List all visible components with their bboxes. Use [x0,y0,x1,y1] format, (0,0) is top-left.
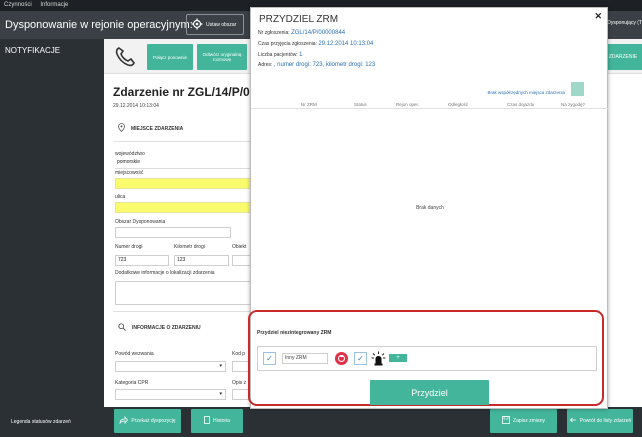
object-label: Obiekt [232,244,247,250]
address-row: Adres: , numer drogi: 723, kilometr drog… [258,62,375,68]
address-label: Adres: [258,62,273,68]
report-number-row: Nr zgłoszenia: ZGL/14/P/00000844 [258,30,345,36]
save-changes-button[interactable]: Zapisz zmiany [490,409,557,433]
city-label: miejscowość [115,170,144,176]
received-time-value: 29.12.2014 10:13:04 [318,41,374,47]
divider [113,311,253,312]
patients-value: 1 [299,52,303,58]
cpr-category-label: Kategoria CPR [115,380,149,386]
patients-row: Liczba pacjentów: 1 [258,52,302,58]
zrm-checkbox[interactable]: ✓ [263,352,276,365]
back-to-list-button[interactable]: Powrót do listy zdarzeń [567,409,633,433]
dispatch-area-field[interactable] [115,227,231,238]
no-data-message: Brak danych [416,205,444,211]
call-reason-label: Powód wezwania [115,351,154,357]
voivodeship-field[interactable]: pomorskie [115,158,254,169]
reconnect-button[interactable]: Połącz ponownie [147,44,193,70]
col-travel-time[interactable]: Czas dojazdu [507,102,534,107]
address-value: , numer drogi: 723, kilometr drogi: 123 [273,62,376,68]
location-section-label: MIEJSCE ZDARZENIA [131,125,184,132]
extra-location-label: Dodatkowe informacje o lokalizacji zdarz… [115,270,215,276]
dialog-title: PRZYDZIEL ZRM [259,14,339,25]
ambulance-icon [335,352,348,365]
no-coordinates-link[interactable]: Brak współrzędnych miejsca zdarzenia [487,90,565,95]
description-label: Opis z [232,380,247,386]
incident-form: Zdarzenie nr ZGL/14/P/00 29.12.2014 10:1… [104,75,257,407]
chevron-down-icon: ▾ [219,363,222,369]
divider [113,141,253,142]
status-checkbox[interactable]: ✓ [354,352,367,365]
chevron-down-icon: ▾ [219,391,222,397]
nonintegrated-title: Przydziel niezintegrowany ZRM [257,330,332,336]
set-area-label: Ustaw obszar [206,21,237,28]
sidebar: NOTYFIKACJE Legenda statusów zdarzeń [0,39,104,437]
received-time-row: Czas przyjęcia zgłoszenia: 29.12.2014 10… [258,41,373,47]
extra-location-field[interactable] [115,281,254,305]
back-arrow-icon [569,416,577,426]
assign-zrm-dialog: PRZYDZIEL ZRM ✕ Nr zgłoszenia: ZGL/14/P/… [248,7,609,409]
document-icon [204,416,210,426]
received-time-label: Czas przyjęcia zgłoszenia: [258,41,317,47]
voivodeship-label: województwo [115,151,145,157]
assign-button[interactable]: Przydziel [370,380,489,405]
zrm-name-input[interactable]: Inny ZRM [282,353,328,364]
code-label: Kod p [232,351,246,357]
col-on-site[interactable]: Na zygodę? [561,102,585,107]
dispatch-area-label: Obszar Dysponowania [115,219,166,225]
incident-datetime: 29.12.2014 10:13:04 [113,103,159,109]
location-pin-icon [118,123,125,134]
phone-icon[interactable] [114,45,138,67]
cpr-category-select[interactable]: ▾ [115,389,226,400]
set-area-button[interactable]: Ustaw obszar [186,14,244,35]
col-distance[interactable]: Odległość [448,102,468,107]
info-section-label: INFORMACJE O ZDARZENIU [132,325,201,331]
incident-title: Zdarzenie nr ZGL/14/P/00 [113,85,257,99]
play-recording-button[interactable]: Odtwórz oryginalną rozmowę [197,44,247,70]
siren-icon [371,351,386,368]
col-status[interactable]: Status [354,102,367,107]
road-number-label: Numer drogi [115,244,143,250]
menu-item-czynnosci[interactable]: Czynności [4,2,32,8]
col-region[interactable]: Rejon oper. [396,102,419,107]
menu-item-informacje[interactable]: Informacje [40,2,68,8]
road-km-field[interactable]: 123 [174,255,229,266]
close-icon[interactable]: ✕ [594,11,602,22]
street-field[interactable] [115,202,254,213]
street-label: ulica [115,194,126,200]
forward-arrow-icon [119,415,129,426]
incident-tab-button[interactable]: ZDARZENIE [604,44,642,70]
add-zrm-button[interactable]: + [389,354,407,362]
user-label: Dysponujący (T [607,20,642,26]
highlight-box: Przydziel niezintegrowany ZRM ✓ Inny ZRM… [248,310,604,406]
road-number-field[interactable]: 723 [115,255,169,266]
status-legend-link[interactable]: Legenda statusów zdarzeń [11,419,71,425]
history-button[interactable]: Historia [191,409,243,433]
notifications-header[interactable]: NOTYFIKACJE [5,46,60,55]
nonintegrated-zrm-row: ✓ Inny ZRM ✓ + [257,346,597,371]
search-icon [118,323,126,333]
save-icon [502,416,510,426]
info-section-header: INFORMACJE O ZDARZENIU [118,323,201,333]
road-km-label: Kilometr drogi [174,244,205,250]
location-section-header: MIEJSCE ZDARZENIA [118,123,183,134]
report-number-value: ZGL/14/P/00000844 [291,30,346,36]
gear-icon [191,18,203,32]
forward-dispatch-button[interactable]: Przekaż dyspozycję [114,409,181,433]
map-icon[interactable] [571,82,584,96]
call-reason-select[interactable]: ▾ [115,361,226,372]
col-zrm-number[interactable]: Nr ZRM [301,102,317,107]
header-title: Dysponowanie w rejonie operacyjnym: [5,19,193,31]
report-number-label: Nr zgłoszenia: [258,30,290,36]
city-field[interactable] [115,178,254,189]
bottom-action-bar: Przekaż dyspozycję Historia Zapisz zmian… [104,407,642,437]
patients-label: Liczba pacjentów: [258,52,298,58]
zrm-table-header: Nr ZRM Status Rejon oper. Odległość Czas… [251,100,609,109]
